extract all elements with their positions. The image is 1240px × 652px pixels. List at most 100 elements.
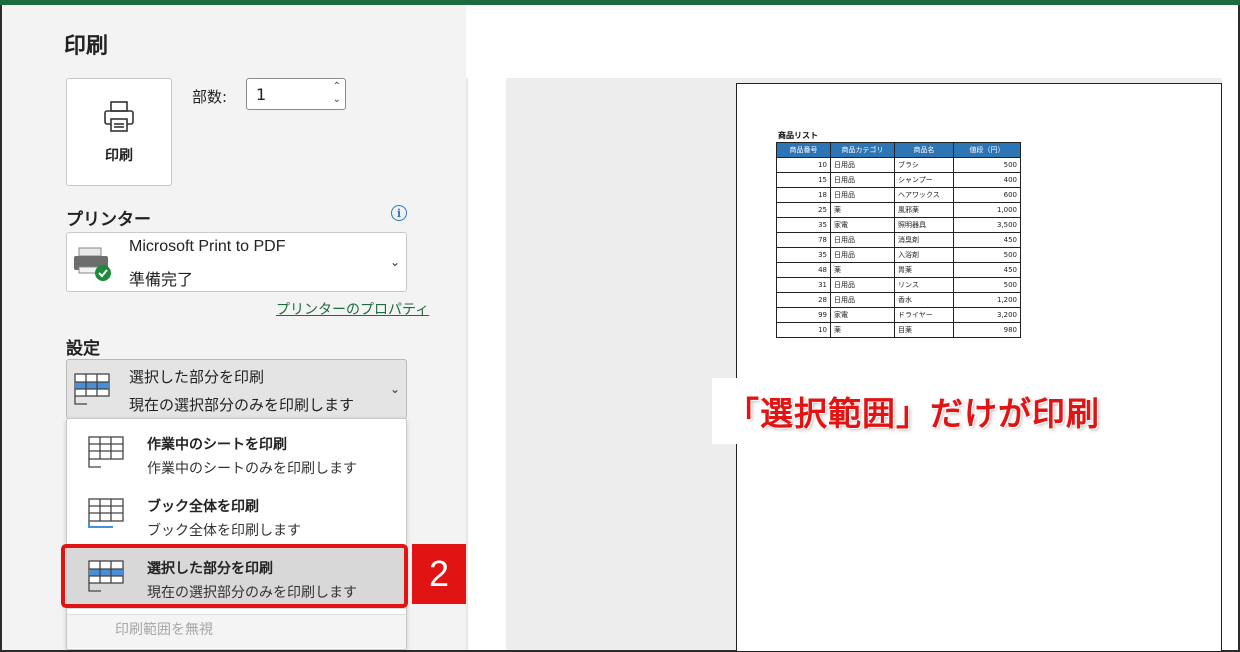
table-cell: 薬: [830, 322, 895, 338]
table-cell: 450: [953, 232, 1021, 248]
table-row: 99 家電 ドライヤー 3,200: [776, 307, 1021, 323]
table-cell: 香水: [894, 292, 954, 308]
printer-section-title: プリンター: [66, 210, 151, 230]
selection-highlight-frame: [61, 544, 408, 608]
settings-section-title: 設定: [66, 339, 100, 359]
printer-status: 準備完了: [129, 270, 194, 289]
table-cell: 15: [776, 172, 831, 188]
chevron-up-icon[interactable]: ⌃: [333, 82, 341, 92]
column-header: 商品カテゴリ: [830, 142, 895, 158]
table-cell: 25: [776, 202, 831, 218]
table-row: 78 日用品 消臭剤 450: [776, 232, 1021, 248]
print-range-select[interactable]: 選択した部分を印刷 現在の選択部分のみを印刷します ⌄: [66, 359, 407, 419]
table-cell: ブラシ: [894, 157, 954, 173]
info-icon[interactable]: i: [391, 205, 407, 221]
callout-text: 「選択範囲」だけが印刷: [712, 378, 1192, 444]
table-cell: 450: [953, 262, 1021, 278]
ignore-print-area-option[interactable]: 印刷範囲を無視: [115, 619, 213, 639]
table-row: 18 日用品 ヘアワックス 600: [776, 187, 1021, 203]
table-cell: 1,200: [953, 292, 1021, 308]
table-row: 10 薬目薬 980: [776, 322, 1021, 338]
table-cell: 消臭剤: [894, 232, 954, 248]
table-cell: 日用品: [830, 157, 895, 173]
table-row: 48 薬胃薬 450: [776, 262, 1021, 278]
table-cell: 日用品: [830, 247, 895, 263]
column-header: 商品名: [894, 142, 954, 158]
printer-icon: [101, 99, 137, 139]
table-cell: 薬: [830, 262, 895, 278]
step-badge: 2: [412, 544, 466, 604]
chevron-down-icon[interactable]: ⌄: [333, 95, 341, 105]
table-cell: 18: [776, 187, 831, 203]
table-cell: 78: [776, 232, 831, 248]
table-row: 15 日用品 シャンプー 400: [776, 172, 1021, 188]
option-title: ブック全体を印刷: [147, 499, 259, 515]
column-header: 値段（円）: [953, 142, 1021, 158]
option-active-sheet[interactable]: 作業中のシートを印刷 作業中のシートのみを印刷します: [67, 423, 406, 485]
table-row: 35 家電 照明器具 3,500: [776, 217, 1021, 233]
table-cell: 600: [953, 187, 1021, 203]
table-cell: 10: [776, 322, 831, 338]
table-cell: リンス: [894, 277, 954, 293]
option-subtitle: 作業中のシートのみを印刷します: [147, 461, 357, 477]
table-row: 28 日用品 香水 1,200: [776, 292, 1021, 308]
printer-name: Microsoft Print to PDF: [129, 238, 286, 255]
table-row: 25 薬風邪薬 1,000: [776, 202, 1021, 218]
table-cell: 10: [776, 157, 831, 173]
table-cell: 980: [953, 322, 1021, 338]
table-cell: 48: [776, 262, 831, 278]
table-cell: 家電: [830, 307, 895, 323]
panel-divider: [466, 78, 468, 650]
table-cell: 胃薬: [894, 262, 954, 278]
table-cell: 35: [776, 217, 831, 233]
preview-table: 商品番号 商品カテゴリ 商品名 値段（円） 10 日用品 ブラシ 500 15 日用品 シャ…: [776, 142, 1021, 338]
printer-properties-link[interactable]: プリンターのプロパティ: [276, 299, 429, 319]
table-cell: 薬: [830, 202, 895, 218]
selection-sheet-icon: [73, 372, 113, 410]
page-title: 印刷: [64, 34, 109, 59]
chevron-down-icon: ⌄: [389, 255, 400, 269]
table-cell: 28: [776, 292, 831, 308]
table-cell: 日用品: [830, 172, 895, 188]
option-subtitle: ブック全体を印刷します: [147, 523, 301, 539]
print-range-title: 選択した部分を印刷: [129, 368, 265, 386]
table-cell: 日用品: [830, 187, 895, 203]
print-range-dropdown: 作業中のシートを印刷 作業中のシートのみを印刷します ブック全体を印刷 ブック全…: [66, 418, 407, 650]
table-cell: 入浴剤: [894, 247, 954, 263]
table-cell: 500: [953, 277, 1021, 293]
copies-stepper[interactable]: 1 ⌃ ⌄: [246, 78, 346, 110]
table-cell: 照明器具: [894, 217, 954, 233]
table-cell: 500: [953, 247, 1021, 263]
option-entire-workbook[interactable]: ブック全体を印刷 ブック全体を印刷します: [67, 485, 406, 547]
table-cell: ドライヤー: [894, 307, 954, 323]
table-cell: 風邪薬: [894, 202, 954, 218]
table-cell: 35: [776, 247, 831, 263]
table-cell: 99: [776, 307, 831, 323]
printer-device-icon: [73, 247, 115, 285]
table-row: 10 日用品 ブラシ 500: [776, 157, 1021, 173]
table-cell: 31: [776, 277, 831, 293]
table-cell: 3,200: [953, 307, 1021, 323]
copies-value: 1: [256, 85, 267, 104]
table-cell: 日用品: [830, 232, 895, 248]
chevron-down-icon: ⌄: [389, 382, 400, 396]
table-row: 35 日用品 入浴剤 500: [776, 247, 1021, 263]
table-cell: 家電: [830, 217, 895, 233]
table-cell: 3,500: [953, 217, 1021, 233]
table-cell: 400: [953, 172, 1021, 188]
copies-label: 部数:: [192, 88, 228, 106]
print-button-label: 印刷: [105, 148, 133, 164]
print-button[interactable]: 印刷: [66, 78, 172, 186]
sheet-title: 商品リスト: [778, 131, 818, 140]
table-cell: ヘアワックス: [894, 187, 954, 203]
table-cell: 1,000: [953, 202, 1021, 218]
column-header: 商品番号: [776, 142, 831, 158]
table-cell: 500: [953, 157, 1021, 173]
table-cell: シャンプー: [894, 172, 954, 188]
printer-select[interactable]: Microsoft Print to PDF 準備完了 ⌄: [66, 232, 407, 292]
option-title: 作業中のシートを印刷: [147, 437, 287, 453]
table-cell: 日用品: [830, 292, 895, 308]
print-range-subtitle: 現在の選択部分のみを印刷します: [129, 396, 355, 414]
sheet-icon: [87, 435, 127, 473]
table-cell: 目薬: [894, 322, 954, 338]
